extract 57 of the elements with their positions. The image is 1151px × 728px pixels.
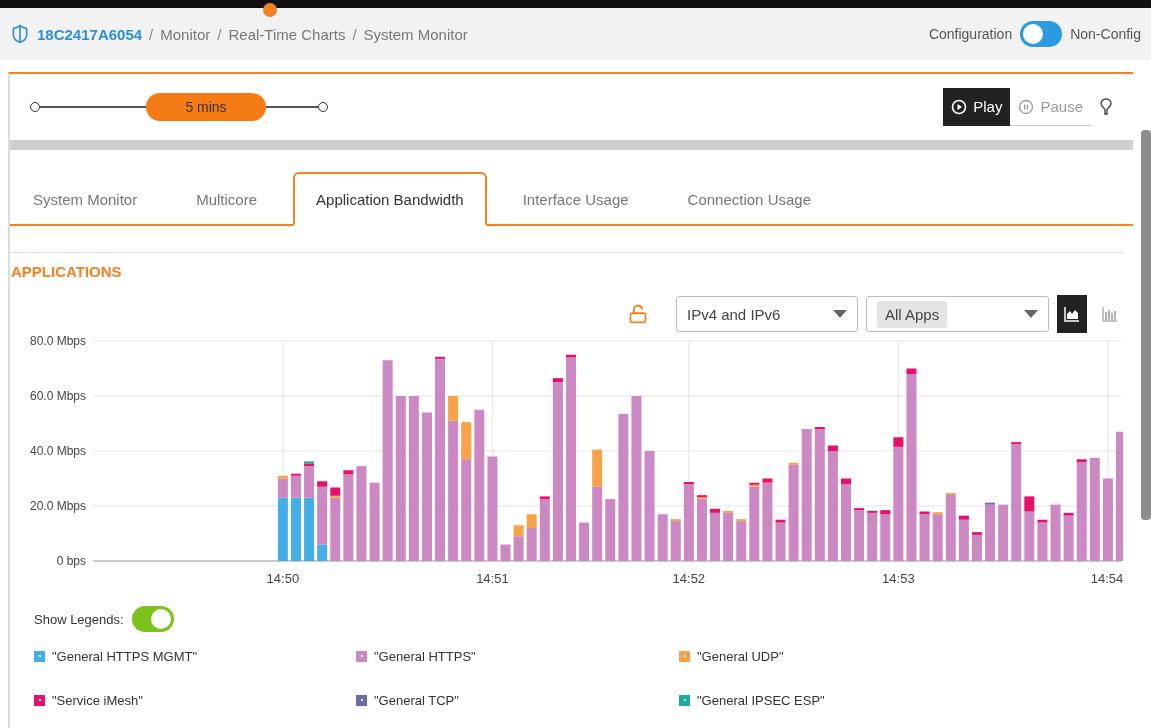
- legend-label: "General TCP": [374, 692, 459, 708]
- bar-segment: [998, 504, 1009, 561]
- area-chart-button[interactable]: [1057, 295, 1087, 333]
- pin-icon[interactable]: [1099, 98, 1113, 116]
- axis-label: 14:53: [882, 571, 915, 586]
- axis-label: 0 bps: [56, 554, 86, 568]
- legend-label: "Service iMesh": [52, 692, 143, 708]
- caret-icon: [833, 310, 847, 318]
- legend-label: "General IPSEC ESP": [697, 692, 825, 708]
- pause-icon: [1018, 98, 1035, 115]
- play-icon: [951, 98, 968, 115]
- mode-label: Non-Config: [1070, 26, 1141, 42]
- mode-label: Configuration: [928, 26, 1013, 42]
- bar-segment: [500, 544, 511, 561]
- axis-label: 20.0 Mbps: [29, 499, 86, 513]
- scrollbar[interactable]: [1141, 130, 1151, 520]
- bar-segment: [1050, 504, 1061, 561]
- indicator-dot: [263, 3, 277, 17]
- axis-label: 60.0 Mbps: [29, 389, 86, 403]
- bar-segment: [657, 514, 668, 561]
- tab[interactable]: Multicore: [173, 172, 281, 226]
- legend-label: "General HTTPS MGMT": [52, 648, 198, 664]
- axis-label: 14:54: [1090, 571, 1124, 586]
- section-title: APPLICATIONS: [10, 262, 123, 280]
- filter-tag[interactable]: All Apps: [877, 300, 948, 328]
- tab[interactable]: Interface Usage: [499, 172, 652, 226]
- legend-label: "General UDP": [697, 648, 784, 664]
- play-button[interactable]: Play: [943, 88, 1011, 126]
- breadcrumb-separator: /: [149, 25, 154, 43]
- axis-label: 80.0 Mbps: [29, 334, 86, 348]
- breadcrumb-link[interactable]: System Monitor: [363, 25, 468, 43]
- bar-segment: [605, 499, 616, 561]
- breadcrumb-link[interactable]: Monitor: [160, 25, 211, 43]
- breadcrumb-link[interactable]: 18C2417A6054: [37, 25, 143, 43]
- tab[interactable]: Application Bandwidth: [293, 172, 487, 226]
- ip-version-dropdown[interactable]: IPv4 and IPv6: [676, 296, 858, 332]
- tab[interactable]: System Monitor: [10, 172, 161, 226]
- caret-icon: [1024, 310, 1038, 318]
- breadcrumb-separator: /: [217, 25, 222, 43]
- legend-toggle-label: Show Legends:: [34, 611, 124, 627]
- toggle-switch[interactable]: [131, 606, 174, 632]
- breadcrumb-separator: /: [352, 25, 357, 43]
- axis-label: 40.0 Mbps: [29, 444, 86, 458]
- tab[interactable]: Connection Usage: [664, 172, 834, 226]
- axis-label: 14:51: [476, 571, 509, 586]
- legend-label: "General HTTPS": [374, 648, 476, 664]
- breadcrumb-link[interactable]: Real-Time Charts: [228, 25, 346, 43]
- time-range-handle[interactable]: 5 mins: [146, 93, 266, 121]
- bar-segment: [579, 522, 590, 561]
- app-filter-field[interactable]: All Apps: [866, 296, 1049, 332]
- shield-icon: [10, 24, 30, 44]
- axis-label: 14:50: [266, 571, 300, 586]
- area-chart-icon: [1064, 306, 1080, 322]
- unlocked-icon[interactable]: [628, 304, 648, 324]
- bar-chart-icon: [1102, 306, 1118, 322]
- axis-label: 14:52: [672, 571, 706, 586]
- toggle-switch[interactable]: [1020, 21, 1063, 47]
